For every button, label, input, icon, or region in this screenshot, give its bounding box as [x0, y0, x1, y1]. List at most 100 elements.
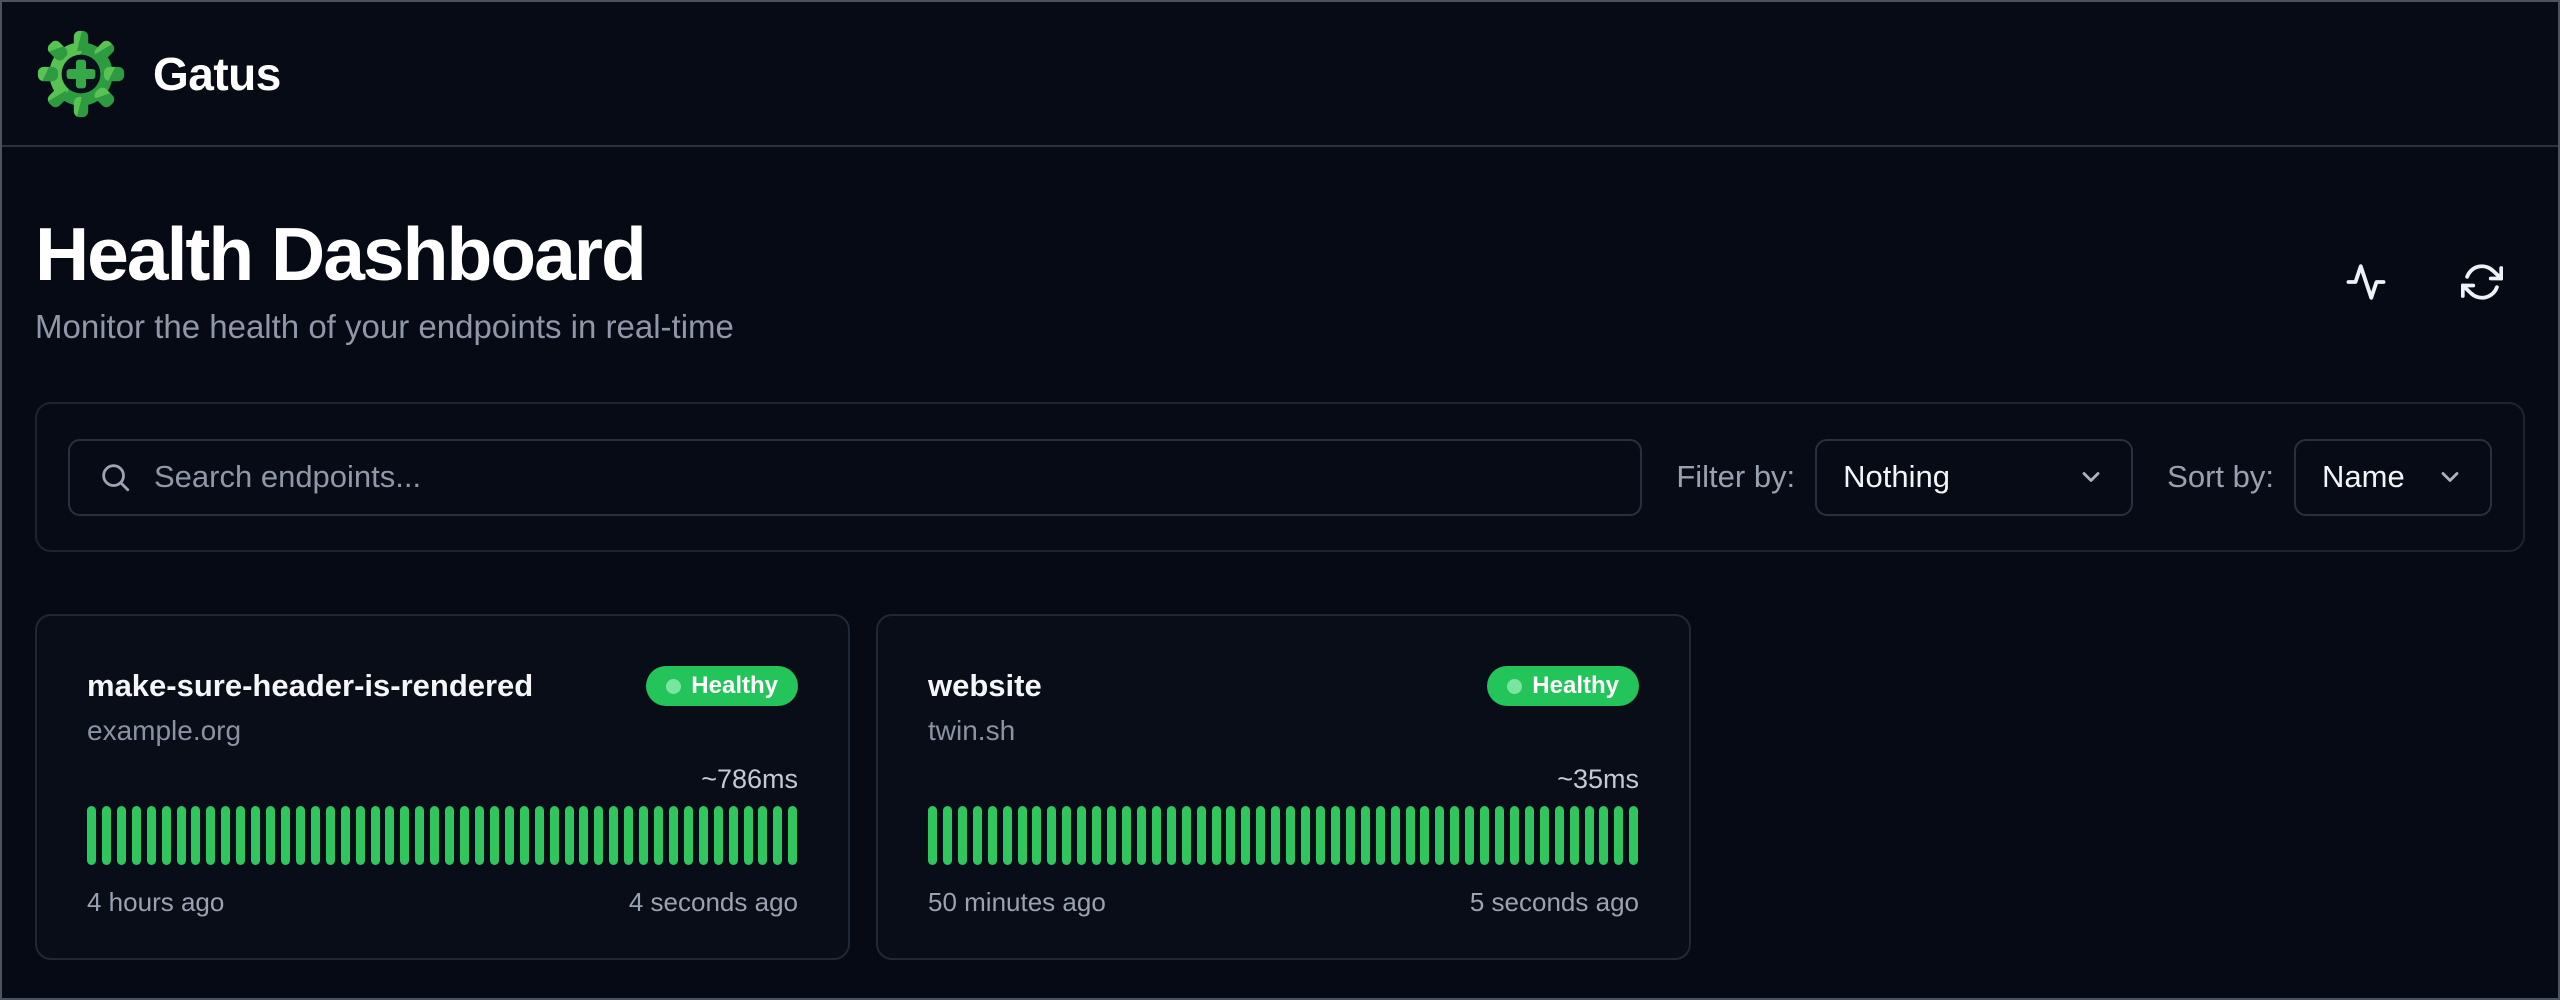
uptime-bar[interactable]	[191, 806, 200, 865]
uptime-bar[interactable]	[132, 806, 141, 865]
uptime-bar[interactable]	[1510, 806, 1519, 865]
uptime-bar[interactable]	[958, 806, 967, 865]
uptime-bar[interactable]	[973, 806, 982, 865]
uptime-bar[interactable]	[1197, 806, 1206, 865]
endpoint-card[interactable]: website Healthy twin.sh ~35ms 50 minutes…	[876, 614, 1691, 960]
uptime-bar[interactable]	[1406, 806, 1415, 865]
uptime-bar[interactable]	[1420, 806, 1429, 865]
uptime-bar[interactable]	[669, 806, 678, 865]
uptime-bar[interactable]	[729, 806, 738, 865]
uptime-bar[interactable]	[1450, 806, 1459, 865]
uptime-bar[interactable]	[1047, 806, 1056, 865]
uptime-bar[interactable]	[788, 806, 797, 865]
uptime-bar[interactable]	[1286, 806, 1295, 865]
uptime-bar[interactable]	[371, 806, 380, 865]
uptime-bar[interactable]	[281, 806, 290, 865]
uptime-bar[interactable]	[943, 806, 952, 865]
uptime-bar[interactable]	[162, 806, 171, 865]
uptime-bar[interactable]	[1003, 806, 1012, 865]
search-input[interactable]	[152, 458, 1612, 496]
uptime-bar[interactable]	[1107, 806, 1116, 865]
uptime-bar[interactable]	[1435, 806, 1444, 865]
uptime-bar[interactable]	[773, 806, 782, 865]
uptime-bar[interactable]	[460, 806, 469, 865]
uptime-bar[interactable]	[1062, 806, 1071, 865]
uptime-bar[interactable]	[445, 806, 454, 865]
uptime-bar[interactable]	[594, 806, 603, 865]
uptime-bar[interactable]	[1256, 806, 1265, 865]
uptime-bar[interactable]	[684, 806, 693, 865]
uptime-bar[interactable]	[236, 806, 245, 865]
uptime-bar[interactable]	[475, 806, 484, 865]
uptime-bar[interactable]	[1585, 806, 1594, 865]
activity-pulse-button[interactable]	[2344, 260, 2388, 304]
uptime-bar[interactable]	[1226, 806, 1235, 865]
uptime-bar[interactable]	[311, 806, 320, 865]
uptime-bar[interactable]	[221, 806, 230, 865]
uptime-bar[interactable]	[535, 806, 544, 865]
uptime-bar[interactable]	[1376, 806, 1385, 865]
uptime-bar[interactable]	[744, 806, 753, 865]
uptime-bar[interactable]	[1555, 806, 1564, 865]
uptime-bar[interactable]	[1614, 806, 1623, 865]
uptime-bar[interactable]	[251, 806, 260, 865]
uptime-bar[interactable]	[87, 806, 96, 865]
uptime-bar[interactable]	[988, 806, 997, 865]
uptime-bar[interactable]	[1540, 806, 1549, 865]
uptime-bar[interactable]	[1167, 806, 1176, 865]
refresh-button[interactable]	[2460, 260, 2504, 304]
uptime-bar[interactable]	[356, 806, 365, 865]
filter-select[interactable]: Nothing	[1815, 439, 2133, 516]
uptime-bar[interactable]	[609, 806, 618, 865]
uptime-bar[interactable]	[1122, 806, 1131, 865]
uptime-bar[interactable]	[1241, 806, 1250, 865]
endpoint-card[interactable]: make-sure-header-is-rendered Healthy exa…	[35, 614, 850, 960]
uptime-bar[interactable]	[714, 806, 723, 865]
uptime-bar[interactable]	[520, 806, 529, 865]
uptime-bar[interactable]	[1465, 806, 1474, 865]
uptime-bar[interactable]	[1480, 806, 1489, 865]
uptime-bar[interactable]	[758, 806, 767, 865]
uptime-bar[interactable]	[1018, 806, 1027, 865]
uptime-bar[interactable]	[1316, 806, 1325, 865]
uptime-bar[interactable]	[1331, 806, 1340, 865]
uptime-bar[interactable]	[654, 806, 663, 865]
uptime-bar[interactable]	[639, 806, 648, 865]
uptime-bar[interactable]	[341, 806, 350, 865]
uptime-bar[interactable]	[699, 806, 708, 865]
uptime-bar[interactable]	[928, 806, 937, 865]
uptime-bar[interactable]	[430, 806, 439, 865]
uptime-bar[interactable]	[1182, 806, 1191, 865]
uptime-bar[interactable]	[1271, 806, 1280, 865]
uptime-bar[interactable]	[415, 806, 424, 865]
uptime-bar[interactable]	[565, 806, 574, 865]
uptime-bar[interactable]	[385, 806, 394, 865]
uptime-bar[interactable]	[147, 806, 156, 865]
uptime-bar[interactable]	[490, 806, 499, 865]
uptime-bar[interactable]	[177, 806, 186, 865]
uptime-bar[interactable]	[1629, 806, 1638, 865]
uptime-bar[interactable]	[1495, 806, 1504, 865]
uptime-bar[interactable]	[117, 806, 126, 865]
uptime-bar[interactable]	[1032, 806, 1041, 865]
uptime-bar[interactable]	[1092, 806, 1101, 865]
uptime-bar[interactable]	[1077, 806, 1086, 865]
uptime-bar[interactable]	[266, 806, 275, 865]
search-box[interactable]	[68, 439, 1642, 516]
uptime-bar[interactable]	[400, 806, 409, 865]
uptime-bar[interactable]	[1361, 806, 1370, 865]
uptime-bar[interactable]	[1599, 806, 1608, 865]
uptime-bar[interactable]	[1301, 806, 1310, 865]
sort-select[interactable]: Name	[2294, 439, 2492, 516]
uptime-bar[interactable]	[550, 806, 559, 865]
uptime-bar[interactable]	[1152, 806, 1161, 865]
uptime-bar[interactable]	[1137, 806, 1146, 865]
uptime-bar[interactable]	[102, 806, 111, 865]
uptime-bar[interactable]	[1391, 806, 1400, 865]
uptime-bar[interactable]	[624, 806, 633, 865]
uptime-bar[interactable]	[1525, 806, 1534, 865]
uptime-bar[interactable]	[326, 806, 335, 865]
uptime-bar[interactable]	[1570, 806, 1579, 865]
uptime-bar[interactable]	[505, 806, 514, 865]
uptime-bar[interactable]	[1346, 806, 1355, 865]
